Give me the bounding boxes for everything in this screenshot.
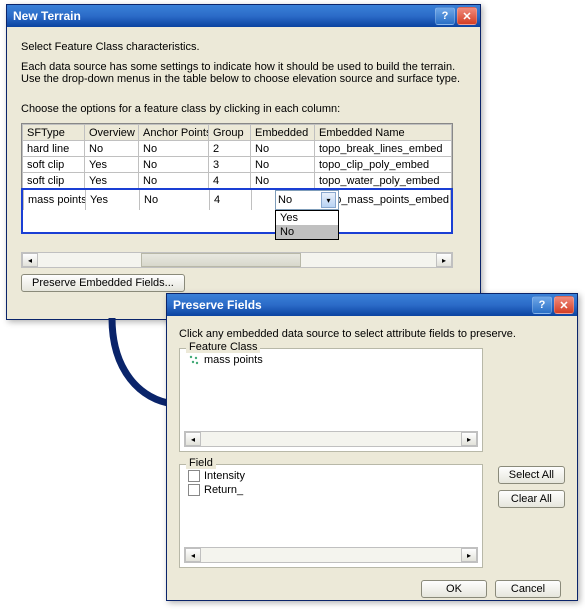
new-terrain-dialog: New Terrain ? ✕ Select Feature Class cha… <box>6 4 481 320</box>
scroll-right-icon[interactable]: ▸ <box>461 548 477 562</box>
table-row[interactable]: hard line No No 2 No topo_break_lines_em… <box>23 141 452 157</box>
feature-class-table[interactable]: SFType Overview Anchor Points Group Embe… <box>21 123 453 190</box>
list-item-label: Intensity <box>204 470 245 482</box>
dialog-title: New Terrain <box>13 9 433 23</box>
cell-overview[interactable]: Yes <box>86 190 140 210</box>
active-row[interactable]: mass points Yes No 4 topo_mass_points_em… <box>21 188 453 234</box>
scroll-thumb[interactable] <box>141 253 300 267</box>
dropdown-option-yes[interactable]: Yes <box>276 211 338 225</box>
select-all-button[interactable]: Select All <box>498 466 565 484</box>
scroll-left-icon[interactable]: ◂ <box>22 253 38 267</box>
instruction-1: Select Feature Class characteristics. <box>21 41 466 53</box>
dialog-title: Preserve Fields <box>173 298 530 312</box>
cell-anchor[interactable]: No <box>140 190 210 210</box>
col-group[interactable]: Group <box>209 125 251 141</box>
help-button[interactable]: ? <box>435 7 455 25</box>
scroll-left-icon[interactable]: ◂ <box>185 548 201 562</box>
checkbox-icon[interactable] <box>188 470 200 482</box>
close-button[interactable]: ✕ <box>457 7 477 25</box>
col-ename[interactable]: Embedded Name <box>315 125 452 141</box>
dropdown-list[interactable]: Yes No <box>275 210 339 240</box>
horizontal-scrollbar[interactable]: ◂ ▸ <box>184 431 478 447</box>
preserve-fields-dialog: Preserve Fields ? ✕ Click any embedded d… <box>166 293 578 601</box>
titlebar[interactable]: Preserve Fields ? ✕ <box>167 294 577 316</box>
instruction: Click any embedded data source to select… <box>179 328 565 340</box>
table-row[interactable]: soft clip Yes No 3 No topo_clip_poly_emb… <box>23 157 452 173</box>
embedded-dropdown[interactable]: No ▾ Yes No <box>275 190 339 240</box>
checkbox-icon[interactable] <box>188 484 200 496</box>
horizontal-scrollbar[interactable]: ◂ ▸ <box>184 547 478 563</box>
cell-sftype[interactable]: mass points <box>24 190 86 210</box>
scroll-right-icon[interactable]: ▸ <box>461 432 477 446</box>
list-item[interactable]: mass points <box>184 353 478 367</box>
cancel-button[interactable]: Cancel <box>495 580 561 598</box>
dropdown-selected: No <box>278 194 292 206</box>
horizontal-scrollbar[interactable]: ◂ ▸ <box>21 252 453 268</box>
list-item[interactable]: Return_ <box>184 483 478 497</box>
scroll-track[interactable] <box>201 548 461 562</box>
list-item-label: Return_ <box>204 484 243 496</box>
table-row[interactable]: soft clip Yes No 4 No topo_water_poly_em… <box>23 173 452 189</box>
chevron-down-icon[interactable]: ▾ <box>321 192 336 208</box>
field-label: Field <box>186 457 216 469</box>
dropdown-option-no[interactable]: No <box>276 225 338 239</box>
cell-group[interactable]: 4 <box>210 190 252 210</box>
clear-all-button[interactable]: Clear All <box>498 490 565 508</box>
ok-button[interactable]: OK <box>421 580 487 598</box>
scroll-left-icon[interactable]: ◂ <box>185 432 201 446</box>
instruction-2: Each data source has some settings to in… <box>21 61 466 85</box>
close-button[interactable]: ✕ <box>554 296 574 314</box>
help-button[interactable]: ? <box>532 296 552 314</box>
feature-class-list[interactable]: mass points <box>184 353 478 431</box>
col-sftype[interactable]: SFType <box>23 125 85 141</box>
list-item-label: mass points <box>204 354 263 366</box>
feature-class-group: Feature Class mass points ◂ ▸ <box>179 348 483 452</box>
col-anchor[interactable]: Anchor Points <box>139 125 209 141</box>
scroll-track[interactable] <box>38 253 436 267</box>
feature-class-label: Feature Class <box>186 341 260 353</box>
points-icon <box>188 354 200 366</box>
scroll-right-icon[interactable]: ▸ <box>436 253 452 267</box>
list-item[interactable]: Intensity <box>184 469 478 483</box>
preserve-embedded-fields-button[interactable]: Preserve Embedded Fields... <box>21 274 185 292</box>
table-header-row: SFType Overview Anchor Points Group Embe… <box>23 125 452 141</box>
titlebar[interactable]: New Terrain ? ✕ <box>7 5 480 27</box>
col-overview[interactable]: Overview <box>85 125 139 141</box>
instruction-3: Choose the options for a feature class b… <box>21 103 466 115</box>
field-list[interactable]: Intensity Return_ <box>184 469 478 547</box>
field-group: Field Intensity Return_ ◂ <box>179 464 483 568</box>
col-embedded[interactable]: Embedded <box>251 125 315 141</box>
scroll-track[interactable] <box>201 432 461 446</box>
